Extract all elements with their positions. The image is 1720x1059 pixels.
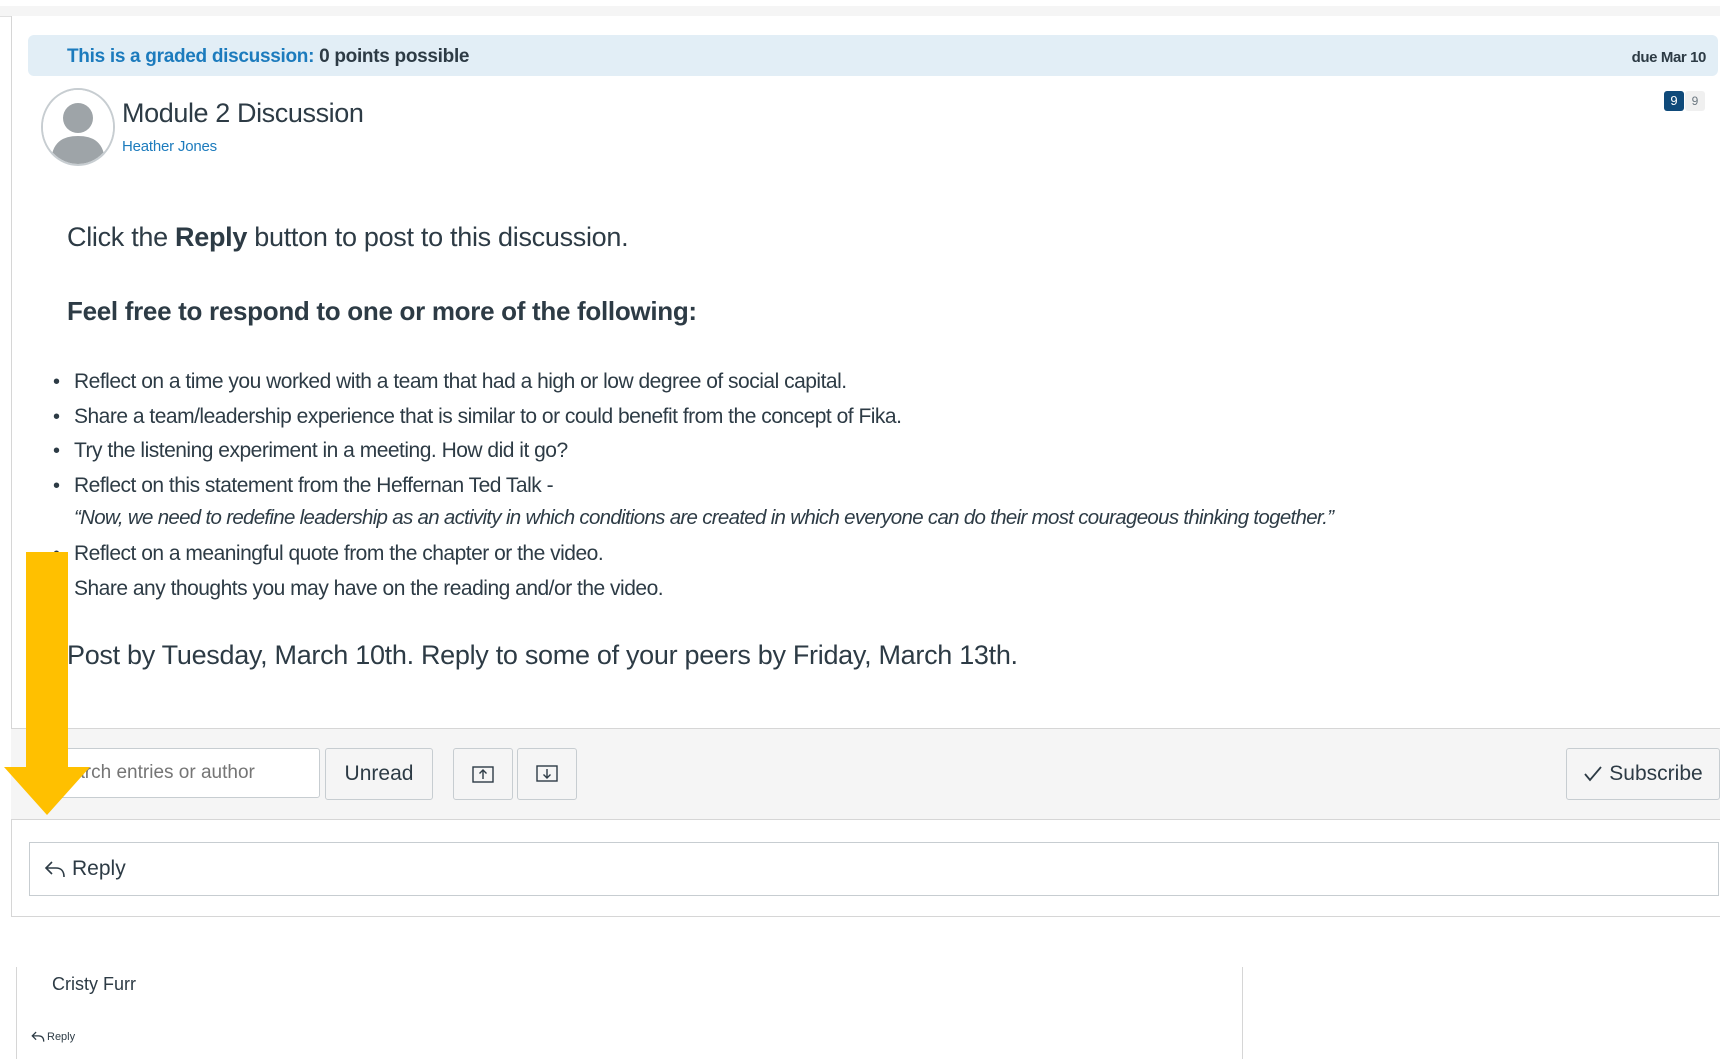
intro-text-after: button to post to this discussion. — [247, 222, 629, 252]
reply-icon — [31, 1031, 45, 1042]
prompt-list: Reflect on a time you worked with a team… — [50, 368, 902, 507]
avatar[interactable] — [41, 88, 115, 166]
expand-threads-icon — [536, 765, 558, 782]
subscribe-label: Subscribe — [1609, 762, 1703, 785]
checkmark-icon — [1584, 766, 1602, 782]
subscribe-button[interactable]: Subscribe — [1566, 748, 1720, 800]
reply-button[interactable]: Reply — [29, 842, 1719, 896]
author-link[interactable]: Heather Jones — [122, 138, 217, 155]
prompt-list-continued: Reflect on a meaningful quote from the c… — [50, 540, 664, 610]
list-item: Share any thoughts you may have on the r… — [50, 575, 664, 610]
list-item: Try the listening experiment in a meetin… — [50, 437, 901, 472]
expand-threads-button[interactable] — [517, 748, 577, 800]
intro-text-before: Click the — [67, 222, 176, 252]
list-item: Share a team/leadership experience that … — [50, 403, 902, 438]
unread-count-badge: 9 — [1664, 91, 1684, 111]
entry-reply-button[interactable]: Reply — [31, 1030, 75, 1043]
list-item: Reflect on this statement from the Heffe… — [50, 472, 901, 507]
due-date: due Mar 10 — [1631, 49, 1707, 66]
discussion-entry — [16, 967, 1243, 1059]
down-arrow-annotation — [4, 552, 90, 815]
user-silhouette-icon — [43, 90, 113, 164]
collapse-threads-icon — [472, 766, 494, 783]
collapse-threads-button[interactable] — [453, 748, 513, 800]
intro-paragraph: Click the Reply button to post to this d… — [67, 222, 629, 253]
heffernan-quote: “Now, we need to redefine leadership as … — [74, 506, 1334, 529]
list-item: Reflect on a meaningful quote from the c… — [50, 540, 663, 575]
total-count-badge: 9 — [1685, 91, 1705, 111]
list-item: Reflect on a time you worked with a team… — [50, 368, 901, 403]
entry-reply-label: Reply — [47, 1030, 76, 1043]
deadline-paragraph: Post by Tuesday, March 10th. Reply to so… — [67, 640, 1018, 670]
graded-discussion-link[interactable]: This is a graded discussion: — [67, 46, 314, 67]
reply-label: Reply — [72, 857, 126, 880]
intro-bold: Reply — [175, 222, 248, 252]
reply-icon — [44, 861, 65, 878]
points-possible: 0 points possible — [319, 46, 470, 67]
prompt-heading: Feel free to respond to one or more of t… — [67, 296, 697, 326]
unread-filter-button[interactable]: Unread — [325, 748, 433, 800]
post-counts: 9 9 — [1664, 91, 1705, 111]
graded-discussion-text: This is a graded discussion: 0 points po… — [67, 46, 469, 68]
entry-author[interactable]: Cristy Furr — [52, 974, 136, 995]
discussion-title: Module 2 Discussion — [122, 98, 364, 128]
